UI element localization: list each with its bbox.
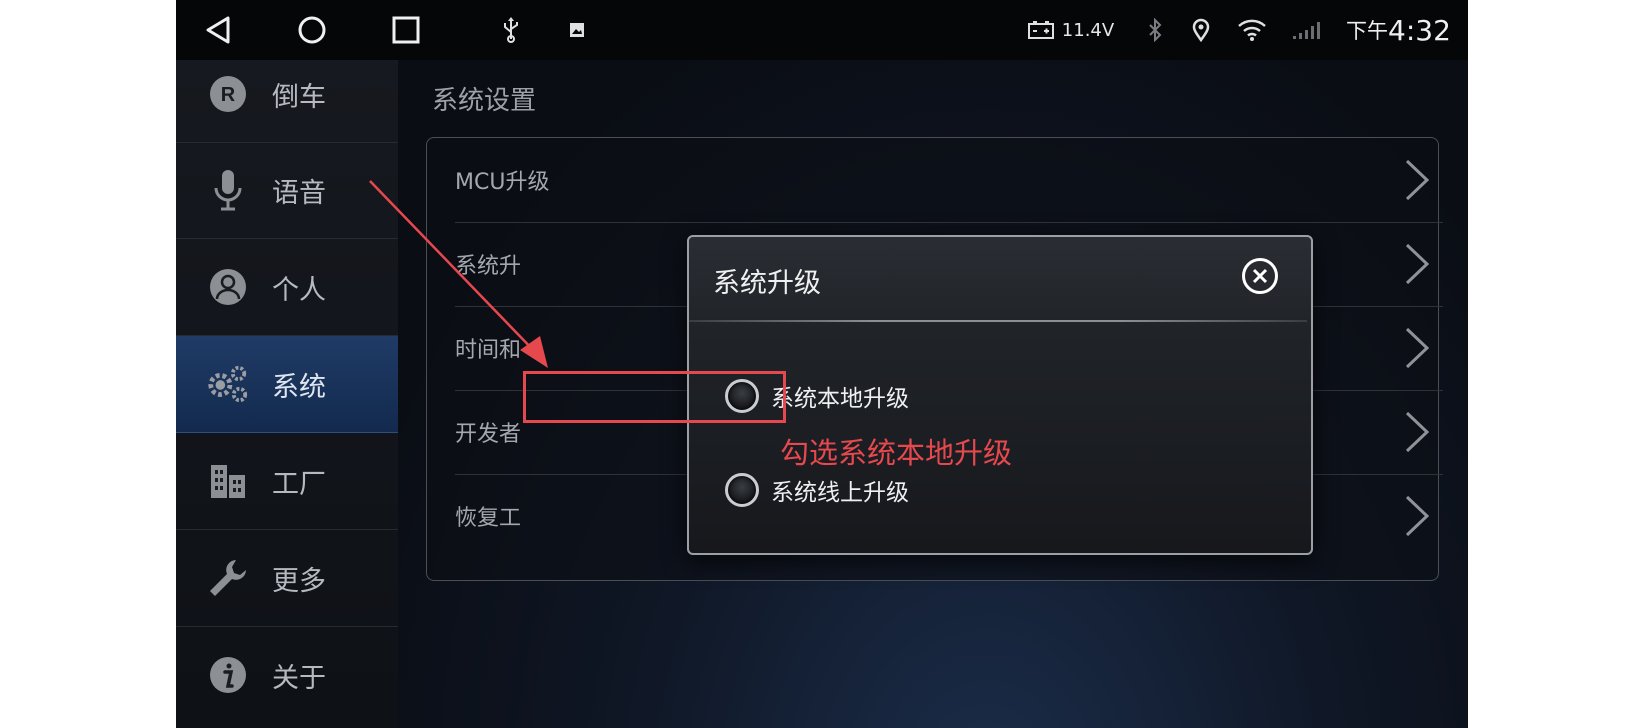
settings-row-label: 时间和	[455, 338, 522, 363]
battery-icon	[1026, 0, 1056, 60]
chevron-right-icon	[1405, 243, 1430, 285]
option-label: 系统本地升级	[771, 386, 909, 412]
chevron-right-icon	[1405, 411, 1430, 453]
annotation-text: 勾选系统本地升级	[780, 436, 1013, 470]
bluetooth-icon	[1140, 0, 1170, 60]
close-button[interactable]	[1242, 258, 1278, 294]
image-icon	[562, 0, 592, 60]
close-icon	[1252, 268, 1268, 284]
dialog-divider	[689, 320, 1307, 322]
sidebar-item-personal[interactable]: 个人	[176, 239, 398, 336]
sidebar-item-more[interactable]: 更多	[176, 530, 398, 627]
svg-text:R: R	[221, 84, 236, 106]
sidebar-item-about[interactable]: 关于	[176, 627, 398, 723]
settings-sidebar: R 倒车 语音 个人 系统 工厂 更多 关于	[176, 60, 400, 728]
sidebar-item-label: 关于	[272, 662, 326, 694]
chevron-right-icon	[1405, 327, 1430, 369]
wrench-icon	[206, 556, 250, 600]
factory-icon	[206, 459, 250, 503]
settings-row-label: 开发者	[455, 422, 522, 447]
clock: 下午 4:32	[1346, 0, 1456, 60]
sidebar-item-label: 语音	[272, 177, 326, 209]
voltage-readout: 11.4V	[1061, 19, 1115, 41]
chevron-right-icon	[1405, 495, 1430, 537]
radio-button[interactable]	[725, 473, 759, 507]
sidebar-item-system[interactable]: 系统	[176, 336, 398, 433]
sidebar-item-voice[interactable]: 语音	[176, 142, 398, 239]
sidebar-item-label: 倒车	[272, 81, 326, 113]
settings-row-label: 恢复工	[455, 506, 522, 531]
microphone-icon	[206, 168, 250, 212]
annotation-highlight-box	[523, 371, 786, 423]
gears-icon	[206, 362, 250, 406]
sidebar-item-label: 更多	[272, 565, 326, 597]
page-title: 系统设置	[432, 86, 537, 116]
settings-row-label: 系统升	[455, 254, 522, 279]
signal-icon	[1288, 0, 1324, 60]
option-online-upgrade[interactable]: 系统线上升级	[725, 467, 909, 513]
chevron-right-icon	[1405, 159, 1430, 201]
sidebar-item-label: 系统	[272, 371, 326, 403]
dialog-title: 系统升级	[713, 268, 821, 299]
person-icon	[206, 265, 250, 309]
info-icon	[206, 653, 250, 697]
sidebar-item-label: 个人	[272, 274, 326, 306]
time-value: 4:32	[1388, 13, 1451, 47]
location-icon	[1186, 0, 1216, 60]
option-label: 系统线上升级	[771, 480, 909, 506]
settings-row-mcu-upgrade[interactable]: MCU升级	[455, 138, 1443, 223]
reverse-r-icon: R	[206, 72, 250, 116]
wifi-icon	[1234, 0, 1270, 60]
sidebar-item-factory[interactable]: 工厂	[176, 433, 398, 530]
sidebar-item-reverse[interactable]: R 倒车	[176, 46, 398, 143]
app-screen: 11.4V 下午 4:32 R 倒车 语音 个人 系统 工厂 更多 关于 系统设…	[176, 0, 1468, 728]
time-prefix: 下午	[1346, 19, 1388, 43]
settings-row-label: MCU升级	[455, 170, 550, 195]
sidebar-item-label: 工厂	[272, 468, 326, 500]
usb-icon	[496, 0, 526, 60]
